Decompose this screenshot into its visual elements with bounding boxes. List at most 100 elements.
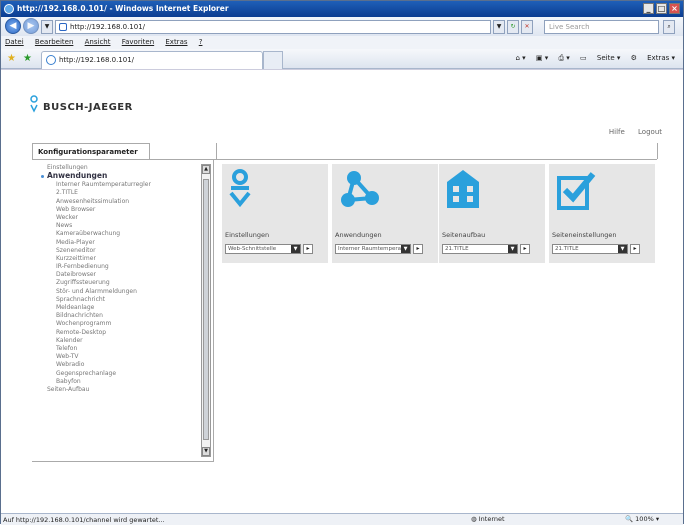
tree-item[interactable]: Bildnachrichten [40, 312, 200, 320]
maximize-button[interactable]: □ [656, 3, 667, 14]
tree-item-page-layout[interactable]: Seiten-Aufbau [40, 386, 200, 394]
page-menu[interactable]: ▭ Seite ▾ [580, 54, 620, 62]
card-select[interactable]: 21.TITLE ▼ [552, 244, 628, 254]
page-icon [59, 23, 67, 31]
settings-icon [229, 169, 251, 208]
tree-item[interactable]: Anwesenheitssimulation [40, 198, 200, 206]
tree-item[interactable]: Remote-Desktop [40, 329, 200, 337]
applications-icon [341, 171, 379, 207]
go-button[interactable]: ▸ [520, 244, 530, 254]
forward-button[interactable]: ▶ [23, 18, 39, 34]
menu-file[interactable]: Datei [5, 38, 24, 46]
tree-item[interactable]: Web Browser [40, 206, 200, 214]
back-button[interactable]: ◀ [5, 18, 21, 34]
card-settings[interactable]: Einstellungen Web-Schnittstelle ▼ ▸ [222, 164, 328, 263]
close-button[interactable]: × [669, 3, 680, 14]
tree-item[interactable]: Stör- und Alarmmeldungen [40, 288, 200, 296]
home-icon[interactable]: ⌂ ▾ [515, 54, 525, 62]
minimize-button[interactable]: _ [643, 3, 654, 14]
tab-current[interactable]: http://192.168.0.101/ [41, 51, 263, 69]
page-content: BUSCH-JAEGER Hilfe Logout Konfigurations… [1, 69, 683, 513]
tree-item[interactable]: Wecker [40, 214, 200, 222]
menu-view[interactable]: Ansicht [85, 38, 111, 46]
zoom-label: 100% [635, 515, 654, 523]
tree-item[interactable]: IR-Fernbedienung [40, 263, 200, 271]
tab-page-icon [46, 55, 56, 65]
favorites-star-icon[interactable]: ★ [7, 53, 16, 64]
card-select[interactable]: 21.TITLE ▼ [442, 244, 518, 254]
card-page-settings[interactable]: Seiteneinstellungen 21.TITLE ▼ ▸ [549, 164, 655, 263]
tree-item[interactable]: Kurzzeittimer [40, 255, 200, 263]
tree-item[interactable]: Gegensprechanlage [40, 370, 200, 378]
building-icon [447, 170, 479, 208]
tree-item[interactable]: Babyfon [40, 378, 200, 386]
tree-item-applications[interactable]: Anwendungen [40, 172, 200, 181]
tree-item[interactable]: Web-TV [40, 353, 200, 361]
scroll-thumb[interactable] [203, 179, 209, 440]
print-icon[interactable]: ⎙ ▾ [558, 54, 569, 62]
title-bar: http://192.168.0.101/ - Windows Internet… [1, 1, 683, 17]
command-bar: ⌂ ▾ ▣ ▾ ⎙ ▾ ▭ Seite ▾ ⚙ Extras ▾ [507, 54, 675, 63]
tree-item[interactable]: 2.TITLE [40, 189, 200, 197]
page-settings-icon [557, 172, 596, 210]
card-applications[interactable]: Anwendungen Interner Raumtempera ▼ ▸ [332, 164, 438, 263]
card-label: Einstellungen [225, 231, 270, 239]
tree-scrollbar[interactable]: ▲ ▼ [201, 164, 211, 457]
card-select-value: 21.TITLE [555, 246, 579, 252]
feeds-icon[interactable]: ▣ ▾ [536, 54, 548, 62]
address-input[interactable]: http://192.168.0.101/ [55, 20, 491, 34]
card-select[interactable]: Web-Schnittstelle ▼ [225, 244, 301, 254]
search-icon[interactable]: ⌕ [663, 20, 675, 34]
tree-item[interactable]: Zugriffssteuerung [40, 279, 200, 287]
address-text: http://192.168.0.101/ [70, 23, 146, 31]
tree-item[interactable]: News [40, 222, 200, 230]
stop-icon[interactable]: ✕ [521, 20, 533, 34]
card-page-layout[interactable]: Seitenaufbau 21.TITLE ▼ ▸ [439, 164, 545, 263]
help-link[interactable]: Hilfe [609, 128, 625, 136]
zoom-control[interactable]: 🔍 100% ▾ [625, 515, 659, 523]
chevron-down-icon: ▼ [401, 245, 410, 253]
tree-item[interactable]: Szeneneditor [40, 247, 200, 255]
tab-title: http://192.168.0.101/ [59, 56, 135, 64]
address-dropdown[interactable]: ▼ [493, 20, 505, 34]
chevron-down-icon: ▼ [291, 245, 300, 253]
search-input[interactable]: Live Search [544, 20, 659, 34]
tree-item[interactable]: Media-Player [40, 239, 200, 247]
tree-item[interactable]: Kameraüberwachung [40, 230, 200, 238]
panel-split [213, 159, 214, 461]
card-select-value: Interner Raumtempera [338, 246, 402, 252]
tree-item[interactable]: Kalender [40, 337, 200, 345]
ie-icon [4, 4, 14, 14]
logo-text: BUSCH-JAEGER [43, 102, 133, 113]
tree-item[interactable]: Telefon [40, 345, 200, 353]
go-button[interactable]: ▸ [303, 244, 313, 254]
new-tab-button[interactable] [263, 51, 283, 69]
tab-divider [216, 143, 217, 159]
tree-item[interactable]: Dateibrowser [40, 271, 200, 279]
go-button[interactable]: ▸ [630, 244, 640, 254]
menu-tools[interactable]: Extras [165, 38, 187, 46]
tree-item[interactable]: Sprachnachricht [40, 296, 200, 304]
tree-item[interactable]: Interner Raumtemperaturregler [40, 181, 200, 189]
refresh-icon[interactable]: ↻ [507, 20, 519, 34]
tab-divider-right [657, 143, 658, 159]
menu-bar: Datei Bearbeiten Ansicht Favoriten Extra… [1, 36, 683, 49]
history-dropdown[interactable]: ▼ [41, 20, 53, 34]
go-button[interactable]: ▸ [413, 244, 423, 254]
add-favorites-icon[interactable]: ★ [23, 53, 32, 64]
tree-item[interactable]: Meldeanlage [40, 304, 200, 312]
menu-edit[interactable]: Bearbeiten [35, 38, 73, 46]
card-select[interactable]: Interner Raumtempera ▼ [335, 244, 411, 254]
tree-item[interactable]: Webradio [40, 361, 200, 369]
menu-favorites[interactable]: Favoriten [122, 38, 154, 46]
scroll-up-button[interactable]: ▲ [202, 165, 210, 174]
security-zone[interactable]: ◍ Internet [471, 515, 505, 523]
panel-tab[interactable]: Konfigurationsparameter [32, 143, 150, 159]
menu-help[interactable]: ? [199, 38, 203, 46]
status-bar: Auf http://192.168.0.101/channel wird ge… [1, 513, 683, 525]
scroll-down-button[interactable]: ▼ [202, 447, 210, 456]
logout-link[interactable]: Logout [638, 128, 662, 136]
tools-menu[interactable]: ⚙ Extras ▾ [631, 54, 675, 62]
tree-item[interactable]: Wochenprogramm [40, 320, 200, 328]
chevron-down-icon: ▼ [618, 245, 627, 253]
